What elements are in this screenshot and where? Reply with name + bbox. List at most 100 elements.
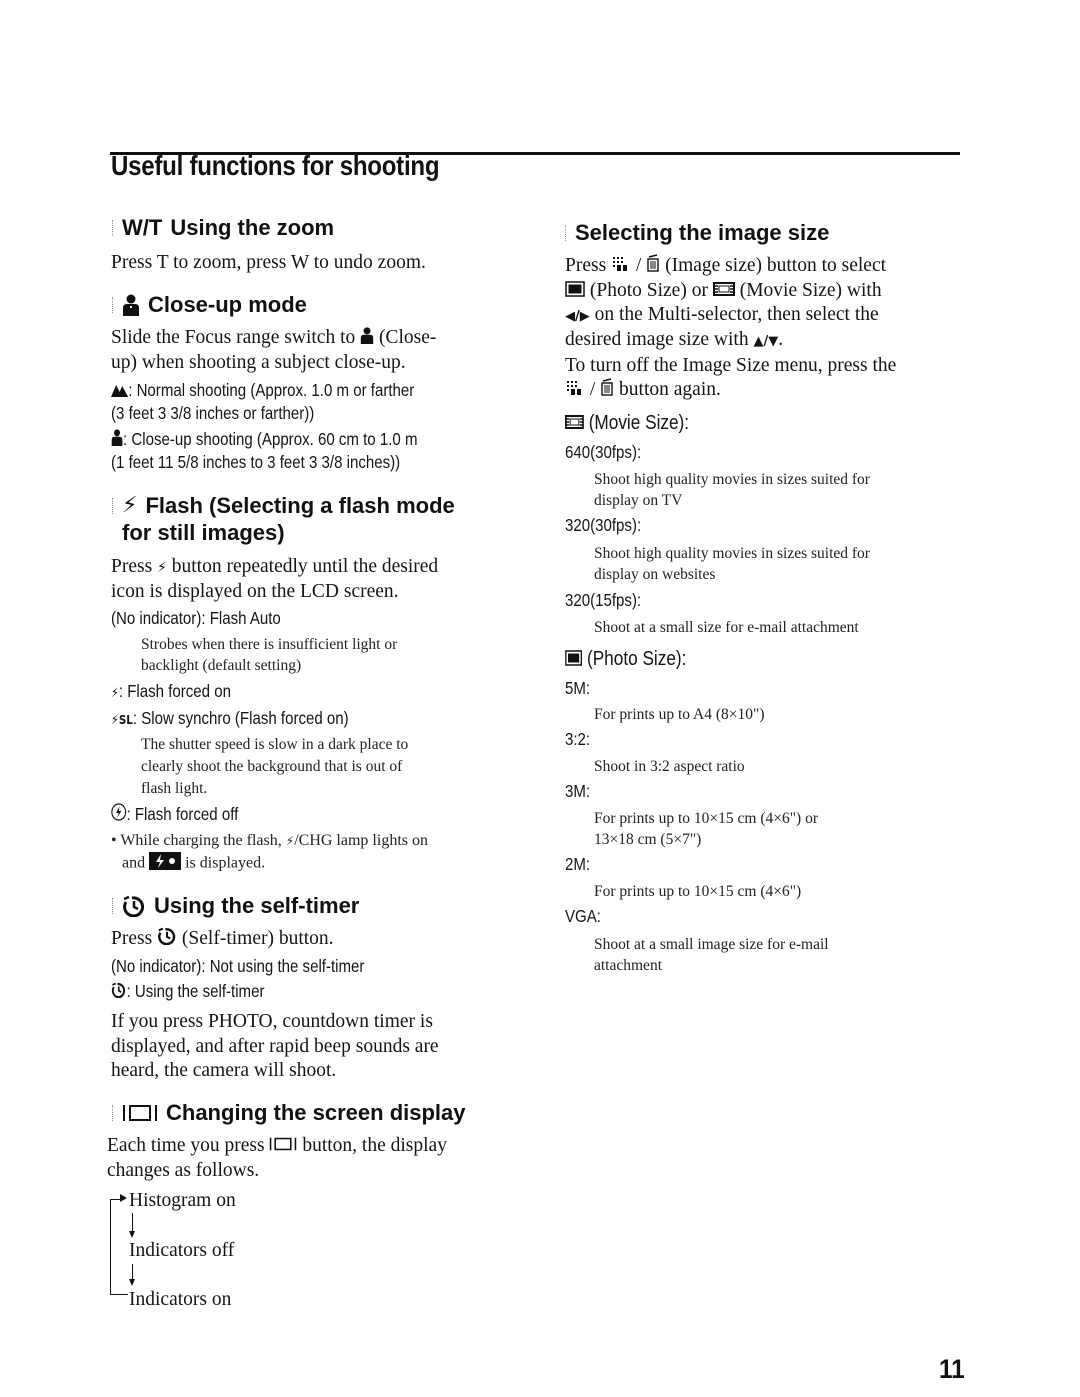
- flash-body-line1: Press ⚡ button repeatedly until the desi…: [111, 554, 438, 581]
- photo-size-desc: Shoot at a small image size for e-mail: [594, 936, 829, 953]
- movie-size-desc: Shoot high quality movies in sizes suite…: [594, 545, 870, 562]
- imagesize-line4: desired image size with ▲/▼.: [565, 329, 784, 350]
- section-marker: [112, 296, 116, 313]
- flash-charging-note-line2: and is displayed.: [122, 852, 265, 876]
- page-number: 11: [939, 1354, 965, 1384]
- flash-charging-icon: [149, 852, 182, 876]
- photo-size-label: 3M:: [565, 781, 591, 801]
- heading-flash: ⚡ Flash (Selecting a flash mode: [112, 492, 455, 519]
- zoom-body: Press T to zoom, press W to undo zoom.: [111, 252, 426, 273]
- text: Press: [111, 556, 153, 577]
- heading-display: Changing the screen display: [112, 1099, 466, 1126]
- text: Each time you press: [107, 1135, 265, 1156]
- text: (Photo Size) or: [589, 280, 708, 301]
- text: /CHG lamp lights on: [294, 832, 428, 849]
- text: is displayed.: [185, 854, 266, 872]
- display-body-line1: Each time you press button, the display: [107, 1133, 447, 1159]
- photo-size-icon: [565, 279, 585, 304]
- photo-size-desc: 13×18 cm (5×7"): [594, 831, 702, 848]
- flash-mode-forced-off: : Flash forced off: [111, 802, 238, 827]
- selftimer-body: Press (Self-timer) button.: [111, 926, 334, 952]
- text: : Slow synchro (Flash forced on): [132, 708, 349, 728]
- slow-synchro-suffix: SL: [118, 713, 133, 727]
- cycle-step-indicators-on: Indicators on: [129, 1289, 232, 1310]
- flash-mode-auto-desc1: Strobes when there is insufficient light…: [141, 636, 398, 653]
- imagesize-line1: Press / (Image size) button to select: [565, 253, 886, 279]
- display-button-icon: [122, 1103, 158, 1123]
- flash-mode-auto: (No indicator): Flash Auto: [111, 608, 281, 628]
- mountain-icon: [111, 379, 129, 403]
- arrow-down-icon: [129, 1231, 135, 1238]
- arrow-down-icon: [129, 1279, 135, 1286]
- normal-shooting-item-line2: (3 feet 3 3/8 inches or farther)): [111, 403, 315, 423]
- text: on the Multi-selector, then select the: [594, 304, 879, 325]
- imagesize-line2: (Photo Size) or (Movie Size) with: [565, 278, 882, 304]
- selftimer-mode-on: : Using the self-timer: [111, 979, 264, 1004]
- photo-size-desc: attachment: [594, 957, 662, 974]
- text: : Normal shooting (Approx. 1.0 m or fart…: [128, 380, 415, 400]
- section-marker: [112, 497, 116, 514]
- photo-size-desc: Shoot in 3:2 aspect ratio: [594, 758, 745, 775]
- flash-icon: ⚡: [111, 686, 119, 701]
- movie-size-desc: Shoot high quality movies in sizes suite…: [594, 471, 870, 488]
- heading-closeup: Close-up mode: [112, 291, 307, 318]
- cycle-bottom-connector: [110, 1294, 128, 1295]
- text: (Close-: [379, 327, 437, 348]
- photo-size-desc: For prints up to 10×15 cm (4×6") or: [594, 810, 819, 827]
- image-size-icon: [565, 378, 585, 403]
- text: desired image size with: [565, 329, 749, 350]
- text: : Close-up shooting (Approx. 60 cm to 1.…: [123, 429, 418, 449]
- cycle-step-indicators-off: Indicators off: [129, 1240, 235, 1261]
- photo-size-desc: For prints up to A4 (8×10"): [594, 706, 765, 723]
- flash-off-icon: [111, 803, 127, 827]
- flash-mode-auto-desc2: backlight (default setting): [141, 657, 302, 674]
- text: : Flash forced off: [126, 804, 239, 824]
- flash-mode-forced-on: ⚡: Flash forced on: [111, 679, 231, 706]
- text: and: [122, 854, 146, 872]
- photo-size-label: 2M:: [565, 854, 591, 874]
- heading-text: Using the self-timer: [154, 893, 360, 918]
- text: (Movie Size):: [588, 412, 690, 434]
- heading-zoom: W/T Using the zoom: [112, 214, 334, 241]
- photo-size-label: VGA:: [565, 906, 601, 926]
- section-marker: [565, 224, 569, 241]
- selftimer-para-line3: heard, the camera will shoot.: [111, 1060, 337, 1081]
- heading-text: Changing the screen display: [166, 1100, 466, 1125]
- slow-synchro-desc2: clearly shoot the background that is out…: [141, 758, 403, 775]
- photo-size-icon: [565, 648, 582, 672]
- photo-size-label: 3:2:: [565, 729, 591, 749]
- heading-text: Selecting the image size: [575, 220, 830, 245]
- left-right-arrows-icon: ◀/▶: [565, 309, 590, 324]
- text: Press: [111, 928, 153, 949]
- photo-size-desc: For prints up to 10×15 cm (4×6"): [594, 883, 802, 900]
- movie-size-icon: [712, 279, 735, 304]
- cycle-arrow-line: [132, 1213, 133, 1233]
- bullet: •: [111, 832, 117, 849]
- closeup-person-icon: [122, 294, 140, 316]
- section-marker: [112, 897, 116, 914]
- text: button repeatedly until the desired: [171, 556, 439, 577]
- normal-shooting-item: : Normal shooting (Approx. 1.0 m or fart…: [111, 378, 414, 403]
- text: Slide the Focus range switch to: [111, 327, 356, 348]
- image-size-icon: [611, 254, 631, 279]
- closeup-body-line2: up) when shooting a subject close-up.: [111, 352, 406, 373]
- heading-text: Using the zoom: [170, 215, 335, 240]
- wt-label: W/T: [122, 215, 163, 240]
- photo-size-label: 5M:: [565, 678, 591, 698]
- self-timer-icon: [111, 980, 126, 1004]
- text: button again.: [619, 379, 721, 400]
- selftimer-mode-none: (No indicator): Not using the self-timer: [111, 956, 365, 976]
- closeup-body-line1: Slide the Focus range switch to (Close-: [111, 325, 436, 351]
- text: (Self-timer) button.: [181, 928, 334, 949]
- flash-body-line2: icon is displayed on the LCD screen.: [111, 581, 399, 602]
- heading-text: Flash (Selecting a flash mode: [145, 493, 455, 518]
- section-marker: [112, 1104, 116, 1121]
- imagesize-line6: / button again.: [565, 377, 721, 403]
- text: While charging the flash,: [120, 832, 282, 849]
- text: (Photo Size):: [586, 648, 687, 670]
- imagesize-line3: ◀/▶ on the Multi-selector, then select t…: [565, 302, 879, 329]
- flash-icon: ⚡: [157, 560, 167, 576]
- imagesize-line5: To turn off the Image Size menu, press t…: [565, 355, 897, 376]
- photo-size-title: (Photo Size):: [565, 647, 686, 672]
- movie-size-desc: display on websites: [594, 566, 716, 583]
